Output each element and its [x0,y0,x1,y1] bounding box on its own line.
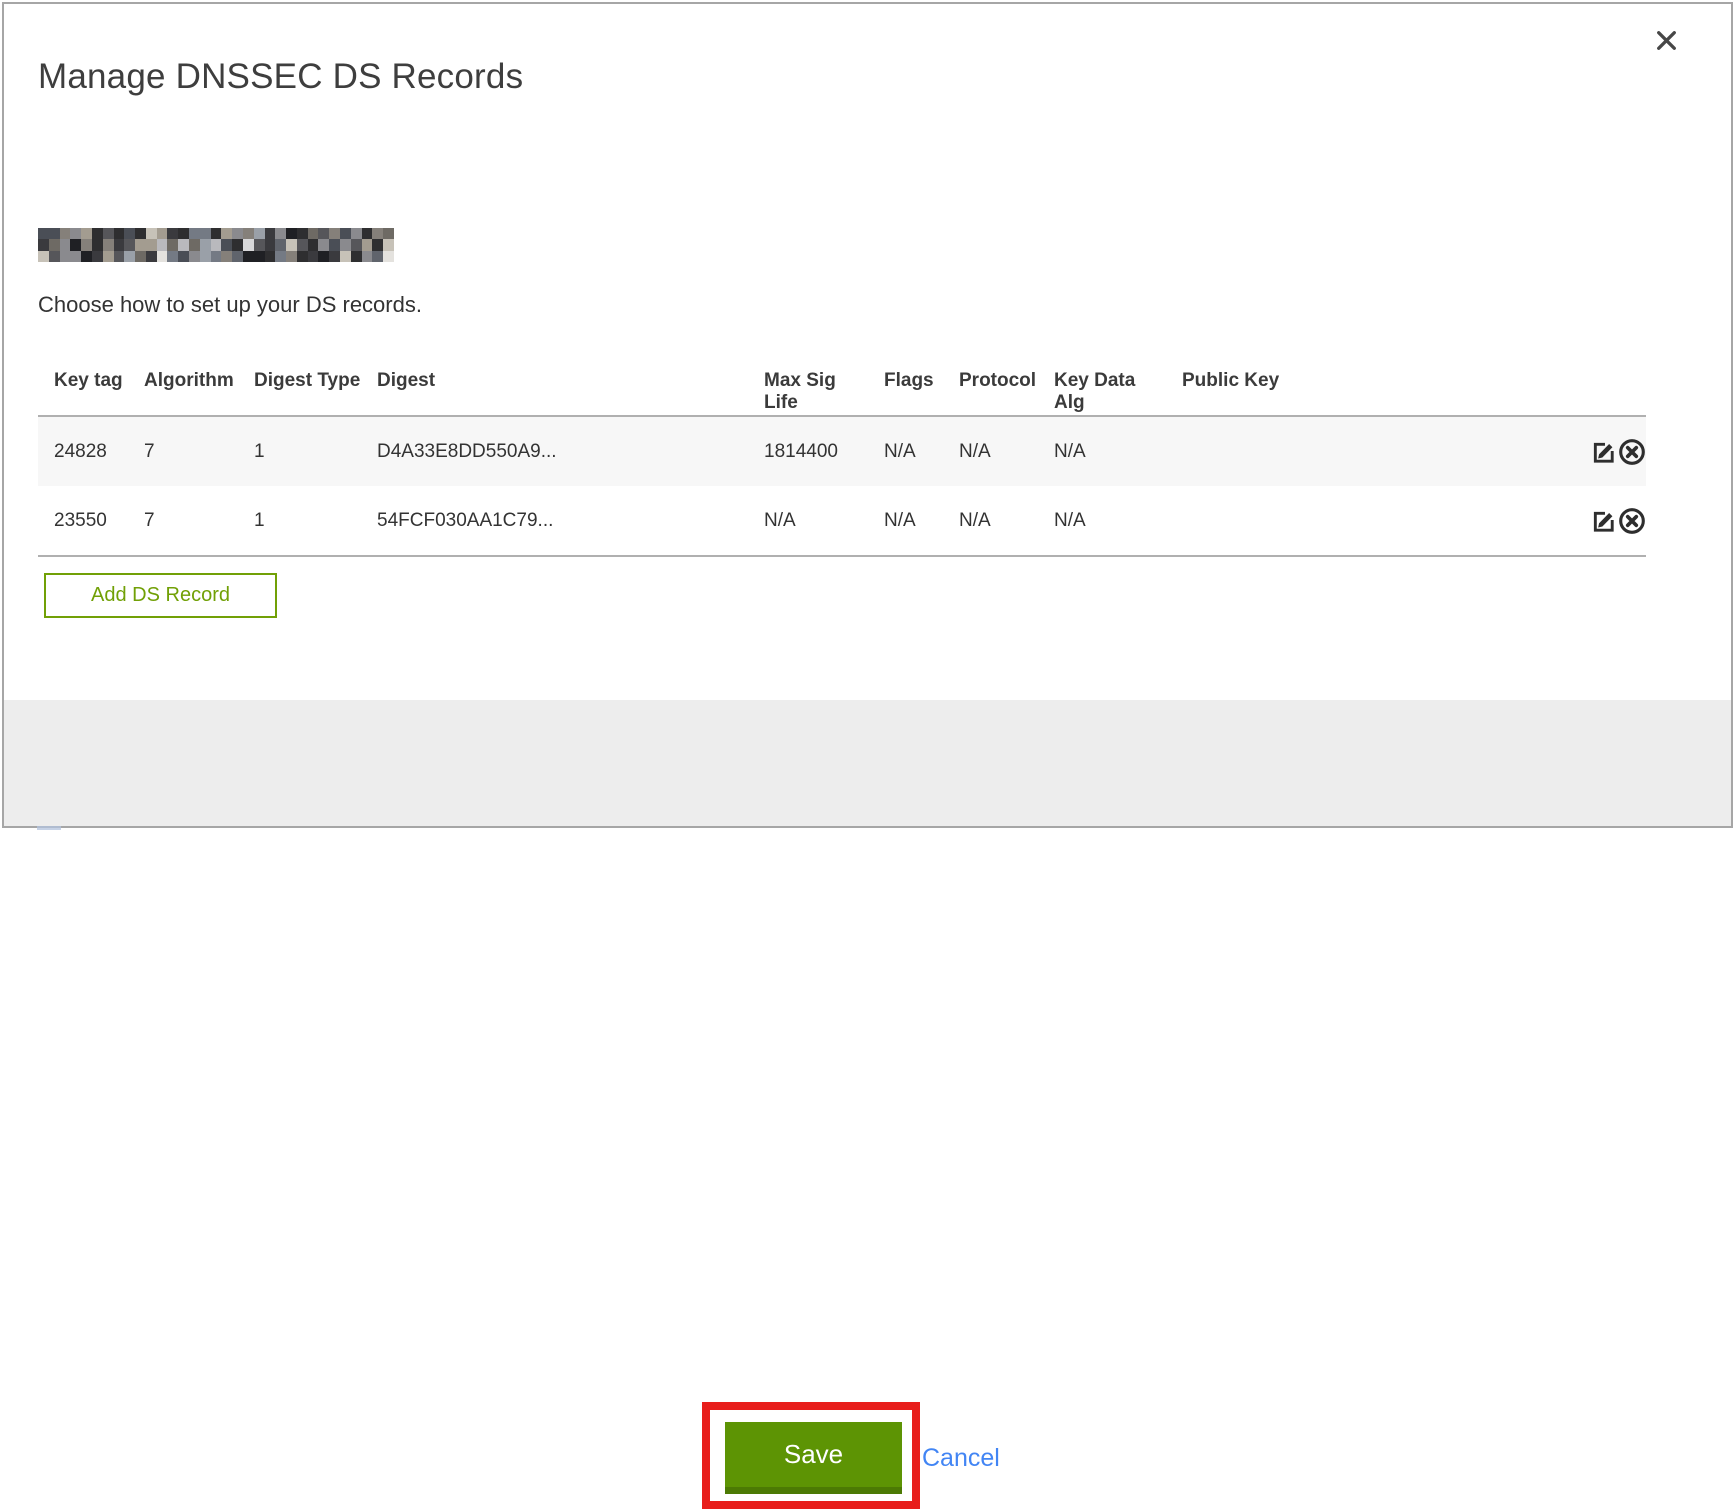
table-cell: 1 [238,416,361,486]
table-cell: 7 [128,416,238,486]
column-header: Key tag [38,362,128,416]
delete-record-button[interactable] [1618,438,1646,466]
add-ds-record-button[interactable]: Add DS Record [44,573,277,618]
table-cell: N/A [943,416,1038,486]
delete-icon [1618,523,1646,538]
delete-icon [1618,454,1646,469]
close-button[interactable] [1646,22,1686,62]
column-header: Protocol [943,362,1038,416]
column-header: Max Sig Life [748,362,868,416]
ds-records-table: Key tagAlgorithmDigest TypeDigestMax Sig… [38,362,1646,557]
table-row: 2482871D4A33E8DD550A9...1814400N/AN/AN/A [38,416,1646,486]
instruction-text: Choose how to set up your DS records. [38,292,422,318]
edit-icon [1591,522,1618,537]
column-header: Public Key [1166,362,1558,416]
table-cell: N/A [943,486,1038,556]
redacted-domain-name [38,228,394,262]
dnssec-dialog: Manage DNSSEC DS Records Choose how to s… [2,2,1733,828]
table-cell: N/A [748,486,868,556]
table-cell: 23550 [38,486,128,556]
table-cell: 54FCF030AA1C79... [361,486,748,556]
background-artifact [37,826,61,830]
column-header: Key Data Alg [1038,362,1166,416]
close-icon [1654,28,1679,56]
table-header-row: Key tagAlgorithmDigest TypeDigestMax Sig… [38,362,1646,416]
delete-record-button[interactable] [1618,507,1646,535]
column-header: Digest Type [238,362,361,416]
column-header: Flags [868,362,943,416]
table-cell: D4A33E8DD550A9... [361,416,748,486]
table-cell: N/A [1038,486,1166,556]
table-cell [1166,416,1558,486]
table-cell: 1814400 [748,416,868,486]
table-cell: N/A [868,416,943,486]
row-actions [1558,416,1646,486]
column-header: Digest [361,362,748,416]
cancel-link[interactable]: Cancel [922,1444,1000,1473]
table-cell: 7 [128,486,238,556]
edit-record-button[interactable] [1591,507,1618,534]
table-row: 235507154FCF030AA1C79...N/AN/AN/AN/A [38,486,1646,556]
table-cell: N/A [1038,416,1166,486]
table-cell: 24828 [38,416,128,486]
table-cell: N/A [868,486,943,556]
table-cell [1166,486,1558,556]
row-actions [1558,486,1646,556]
edit-record-button[interactable] [1591,438,1618,465]
save-button[interactable]: Save [725,1422,902,1494]
page-title: Manage DNSSEC DS Records [38,57,523,97]
footer-bar: Save Cancel [4,700,1731,826]
table-cell: 1 [238,486,361,556]
edit-icon [1591,453,1618,468]
column-header: Algorithm [128,362,238,416]
